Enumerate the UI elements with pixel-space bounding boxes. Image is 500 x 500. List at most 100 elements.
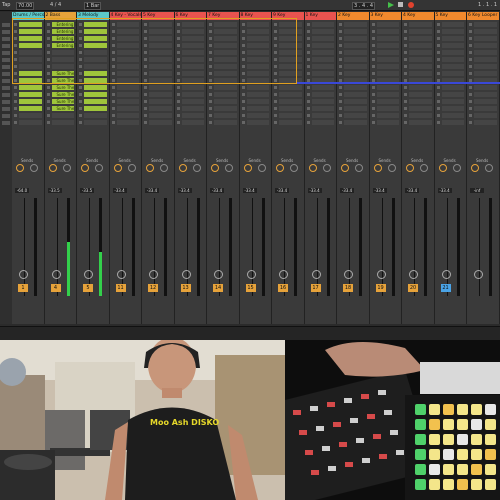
fader-track[interactable]	[251, 198, 253, 296]
launchpad-pad[interactable]	[457, 434, 468, 445]
quantize-select[interactable]: 1 Bar	[84, 2, 102, 10]
clip-stop-button[interactable]	[404, 107, 407, 110]
scene-launch[interactable]	[2, 107, 10, 111]
scene-launch[interactable]	[2, 58, 10, 62]
clip-slot[interactable]	[441, 113, 464, 118]
clip-stop-button[interactable]	[306, 86, 310, 89]
clip-stop-button[interactable]	[404, 23, 407, 26]
pan-knob[interactable]	[246, 270, 256, 279]
clip-stop-button[interactable]	[241, 100, 245, 103]
clip-stop-button[interactable]	[79, 86, 82, 89]
launchpad-pad[interactable]	[415, 449, 426, 460]
clip-slot[interactable]	[84, 106, 107, 111]
clip-slot[interactable]	[344, 29, 367, 34]
launchpad-pad[interactable]	[485, 449, 496, 460]
clip-slot[interactable]	[279, 92, 302, 97]
pan-knob[interactable]	[214, 270, 223, 279]
clip-slot[interactable]	[344, 85, 367, 90]
clip-slot[interactable]	[214, 85, 237, 90]
scene-launch[interactable]	[2, 65, 10, 69]
clip-stop-button[interactable]	[79, 107, 82, 110]
clip-stop-button[interactable]	[469, 121, 472, 124]
clip-slot[interactable]	[376, 43, 399, 48]
track-activator[interactable]: 1	[18, 284, 28, 292]
clip-slot[interactable]	[214, 113, 237, 118]
clip-stop-button[interactable]	[209, 100, 212, 103]
clip-stop-button[interactable]	[436, 121, 440, 124]
send-a-knob[interactable]	[178, 164, 187, 172]
clip-stop-button[interactable]	[436, 23, 440, 26]
clip-slot[interactable]	[376, 71, 399, 76]
clip-stop-button[interactable]	[46, 114, 50, 117]
track-activator[interactable]: 5	[83, 284, 93, 292]
clip-stop-button[interactable]	[371, 44, 375, 47]
launchpad-pad[interactable]	[471, 434, 482, 445]
clip-stop-button[interactable]	[241, 93, 245, 96]
send-b-knob[interactable]	[95, 164, 103, 172]
clip-slot[interactable]	[311, 22, 334, 27]
clip-slot[interactable]	[376, 64, 399, 69]
clip-slot[interactable]	[214, 106, 237, 111]
volume-readout[interactable]: -33.5	[47, 188, 62, 193]
launchpad-pad[interactable]	[429, 449, 440, 460]
clip-slot[interactable]	[376, 113, 399, 118]
send-b-knob[interactable]	[225, 164, 233, 172]
clip-stop-button[interactable]	[339, 51, 342, 54]
clip-stop-button[interactable]	[144, 107, 147, 110]
clip-slot[interactable]	[474, 22, 497, 27]
clip-slot[interactable]	[116, 92, 139, 97]
clip-slot[interactable]	[344, 71, 367, 76]
clip-slot[interactable]	[311, 71, 334, 76]
clip-stop-button[interactable]	[339, 121, 342, 124]
send-a-knob[interactable]	[81, 164, 89, 172]
controller-button[interactable]	[333, 422, 341, 427]
controller-button[interactable]	[361, 394, 369, 399]
controller-button[interactable]	[299, 430, 307, 435]
launchpad-pad[interactable]	[443, 464, 454, 475]
clip-slot[interactable]	[181, 85, 204, 90]
launchpad-pad[interactable]	[471, 464, 482, 475]
clip-slot[interactable]	[474, 113, 497, 118]
track-activator[interactable]: 13	[180, 284, 191, 292]
clip-slot[interactable]	[279, 113, 302, 118]
scene-launch[interactable]	[2, 30, 10, 34]
clip-slot[interactable]	[344, 92, 367, 97]
time-signature[interactable]: 4 / 4	[50, 2, 61, 8]
clip-slot[interactable]	[474, 36, 497, 41]
clip-slot[interactable]	[51, 120, 74, 125]
pan-knob[interactable]	[116, 270, 126, 279]
send-a-knob[interactable]	[341, 164, 349, 172]
clip-slot[interactable]	[181, 120, 204, 125]
clip-stop-button[interactable]	[306, 58, 310, 61]
send-a-knob[interactable]	[406, 164, 414, 172]
track-activator[interactable]: 14	[213, 284, 223, 292]
launchpad-pad[interactable]	[457, 479, 468, 490]
launchpad-pad[interactable]	[485, 479, 496, 490]
fader-track[interactable]	[349, 198, 350, 296]
clip-slot[interactable]	[181, 106, 204, 111]
controller-button[interactable]	[378, 390, 386, 395]
clip-slot[interactable]	[474, 64, 497, 69]
controller-button[interactable]	[345, 462, 353, 467]
pan-knob[interactable]	[376, 270, 386, 279]
launchpad-pad[interactable]	[471, 419, 482, 430]
pan-knob[interactable]	[474, 270, 483, 279]
controller-button[interactable]	[367, 414, 375, 419]
clip-stop-button[interactable]	[469, 65, 472, 68]
clip-slot[interactable]	[149, 106, 172, 111]
clip-stop-button[interactable]	[209, 93, 212, 96]
clip-stop-button[interactable]	[436, 100, 440, 103]
clip-stop-button[interactable]	[176, 121, 180, 124]
clip-stop-button[interactable]	[274, 100, 277, 103]
clip-slot[interactable]	[344, 106, 367, 111]
clip-stop-button[interactable]	[111, 86, 115, 89]
clip-slot[interactable]	[311, 92, 334, 97]
clip-slot[interactable]	[409, 99, 432, 104]
pan-knob[interactable]	[441, 270, 451, 279]
track-activator[interactable]: 12	[148, 284, 158, 292]
send-b-knob[interactable]	[322, 164, 331, 172]
clip-stop-button[interactable]	[14, 86, 17, 89]
clip-slot[interactable]	[311, 36, 334, 41]
launchpad-pad[interactable]	[415, 464, 426, 475]
clip-slot[interactable]	[214, 120, 237, 125]
